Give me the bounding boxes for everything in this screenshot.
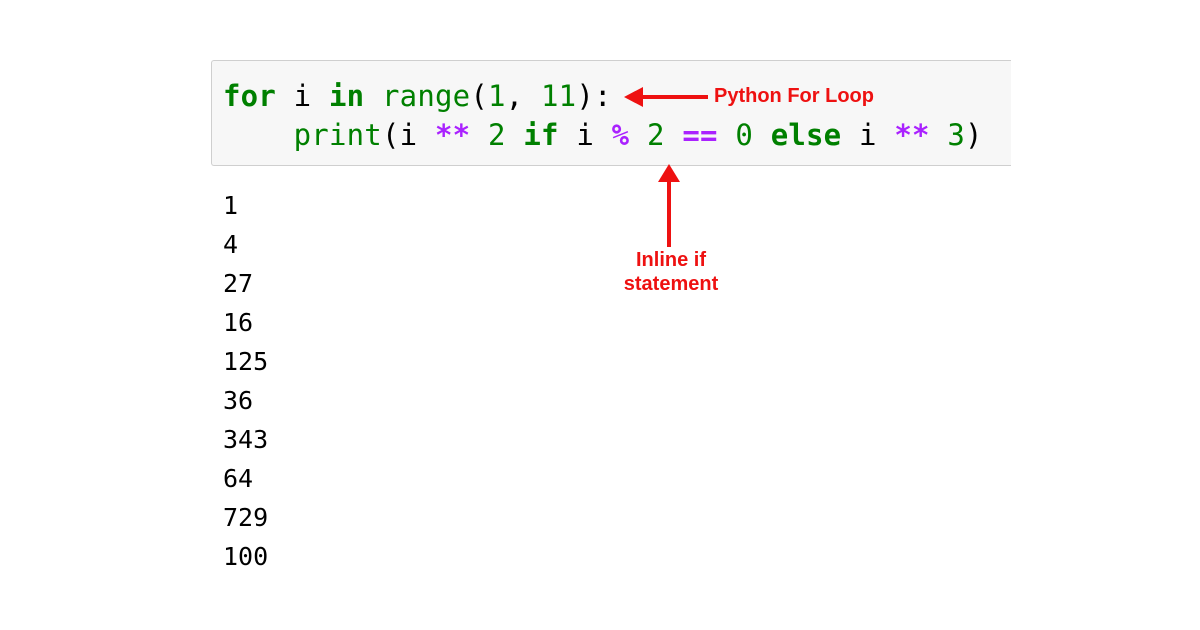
output-line: 729: [223, 503, 269, 532]
code-cell[interactable]: for i in range(1, 11): print(i ** 2 if i…: [211, 60, 1011, 166]
annotation-inline-if: Inline if statement: [623, 249, 719, 295]
output-line: 4: [223, 230, 239, 259]
code-line-2: print(i ** 2 if i % 2 == 0 else i ** 3): [293, 118, 983, 152]
keyword-for: for: [223, 79, 276, 113]
output-line: 1: [223, 191, 239, 220]
keyword-if: if: [523, 118, 559, 152]
output-line: 343: [223, 425, 269, 454]
cell-output: 1 4 27 16 125 36 343 64 729 100: [223, 186, 268, 576]
output-line: 64: [223, 464, 254, 493]
output-line: 36: [223, 386, 254, 415]
arrow-up-icon: [658, 164, 680, 247]
keyword-else: else: [770, 118, 842, 152]
operator-modulo: %: [611, 118, 630, 152]
output-line: 16: [223, 308, 254, 337]
keyword-in: in: [329, 79, 365, 113]
number-literal: 11: [540, 79, 577, 113]
output-line: 100: [223, 542, 269, 571]
operator-power: **: [894, 118, 930, 152]
code-line-1: for i in range(1, 11):: [223, 79, 612, 113]
builtin-print: print: [293, 118, 382, 152]
operator-equals: ==: [682, 118, 718, 152]
annotation-for-loop: Python For Loop: [714, 85, 874, 107]
number-literal: 1: [487, 79, 506, 113]
output-line: 27: [223, 269, 254, 298]
output-line: 125: [223, 347, 269, 376]
operator-power: **: [434, 118, 471, 152]
variable-i: i: [293, 79, 312, 113]
builtin-range: range: [382, 79, 471, 113]
